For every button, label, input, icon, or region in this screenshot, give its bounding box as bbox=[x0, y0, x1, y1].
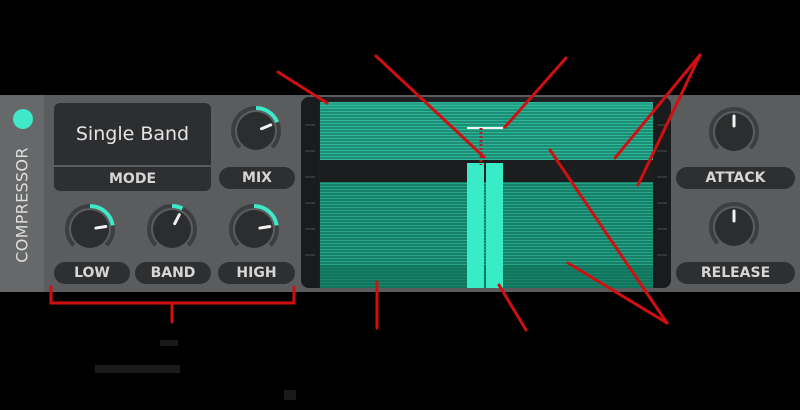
power-toggle[interactable] bbox=[13, 109, 33, 129]
mode-selector[interactable]: Single Band bbox=[54, 103, 211, 165]
mode-label: MODE bbox=[54, 167, 211, 191]
input-level-bar bbox=[467, 163, 484, 288]
low-knob[interactable] bbox=[64, 203, 116, 255]
mix-knob[interactable] bbox=[230, 105, 282, 157]
release-knob[interactable] bbox=[708, 201, 760, 253]
mix-label: MIX bbox=[219, 167, 295, 189]
module-title: COMPRESSOR bbox=[12, 147, 32, 263]
high-label: HIGH bbox=[218, 262, 295, 284]
attack-label: ATTACK bbox=[676, 167, 795, 189]
release-label: RELEASE bbox=[676, 262, 795, 284]
output-level-bar bbox=[486, 163, 503, 288]
low-knob-pointer bbox=[94, 224, 108, 230]
compression-meter[interactable] bbox=[301, 97, 671, 288]
high-knob-pointer bbox=[258, 224, 272, 230]
high-knob[interactable] bbox=[228, 203, 280, 255]
upward-region bbox=[320, 102, 653, 160]
attack-knob[interactable] bbox=[708, 106, 760, 158]
low-label: LOW bbox=[54, 262, 130, 284]
band-label: BAND bbox=[135, 262, 211, 284]
mode-value: Single Band bbox=[75, 123, 190, 145]
band-knob[interactable] bbox=[146, 203, 198, 255]
band-knob-value-arc bbox=[171, 204, 184, 211]
